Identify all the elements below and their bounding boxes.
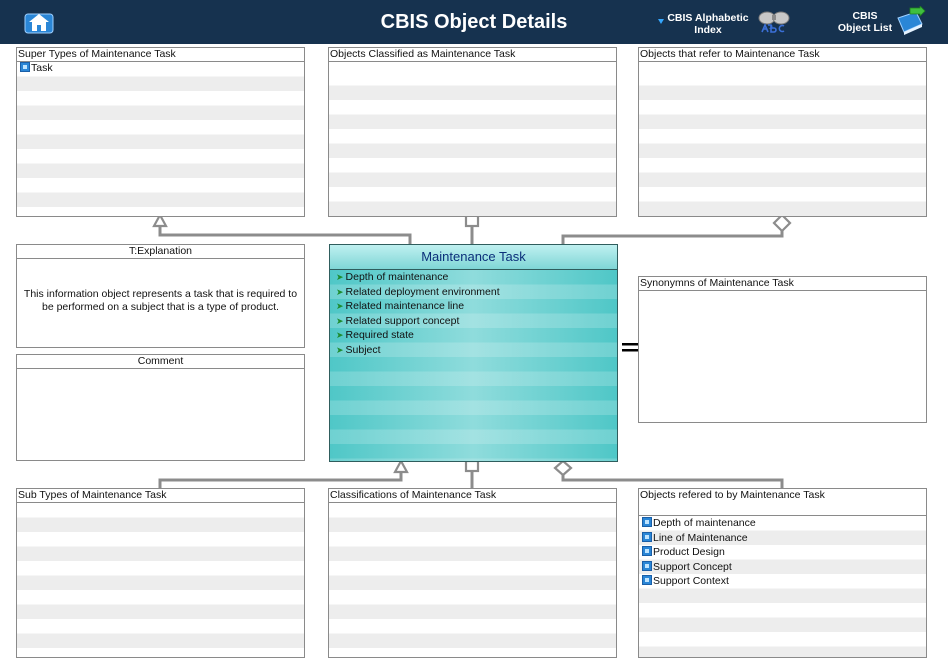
super-types-list: Task	[17, 61, 304, 76]
attribute-label: Related maintenance line	[345, 300, 465, 312]
object-type-icon	[642, 575, 652, 585]
list-item[interactable]: Product Design	[639, 545, 926, 560]
attribute-label: Required state	[345, 329, 414, 341]
object-type-icon	[642, 517, 652, 527]
super-types-panel: Super Types of Maintenance Task Task	[16, 47, 305, 217]
object-type-icon	[20, 62, 30, 72]
classifications-panel: Classifications of Maintenance Task	[328, 488, 617, 658]
attribute-item[interactable]: ➤ Related maintenance line	[334, 299, 617, 314]
comment-panel: Comment	[16, 354, 305, 461]
panel-title: Objects refered to by Maintenance Task	[639, 489, 926, 516]
object-type-icon	[642, 546, 652, 556]
object-type-icon	[642, 560, 652, 571]
attribute-bullet-icon: ➤	[336, 286, 344, 297]
panel-title: Objects that refer to Maintenance Task	[639, 48, 926, 62]
classified-as-panel: Objects Classified as Maintenance Task	[328, 47, 617, 217]
attribute-label: Depth of maintenance	[345, 271, 449, 283]
inheritance-arrow-icon	[393, 458, 409, 474]
attribute-item[interactable]: ➤ Related support concept	[334, 314, 617, 329]
panel-rows	[639, 71, 926, 216]
explanation-text: This information object represents a tas…	[23, 288, 298, 313]
panel-title: Objects Classified as Maintenance Task	[329, 48, 616, 62]
referred-by-list: Depth of maintenance Line of Maintenance…	[639, 516, 926, 589]
list-item[interactable]: Depth of maintenance	[639, 516, 926, 531]
list-item-label: Task	[31, 62, 53, 74]
subtype-connector	[158, 472, 403, 488]
attribute-list: ➤ Depth of maintenance ➤ Related deploymen…	[334, 270, 617, 357]
panel-rows	[17, 503, 304, 657]
attribute-item[interactable]: ➤ Required state	[334, 328, 617, 343]
list-item-label: Depth of maintenance	[653, 517, 756, 529]
object-type-icon	[642, 531, 652, 542]
aggregation-diamond-icon	[553, 459, 573, 477]
list-item-label: Line of Maintenance	[653, 531, 748, 544]
list-item-label: Product Design	[653, 546, 725, 558]
panel-title: Comment	[17, 355, 304, 369]
synonyms-panel: Synonymns of Maintenance Task	[638, 276, 927, 423]
list-item-label: Support Concept	[653, 560, 732, 573]
refer-to-panel: Objects that refer to Maintenance Task	[638, 47, 927, 217]
attribute-item[interactable]: ➤ Subject	[334, 343, 617, 358]
panel-rows	[329, 71, 616, 216]
list-item[interactable]: Support Context	[639, 574, 926, 589]
panel-rows	[17, 62, 304, 216]
explanation-panel: T:Explanation This information object re…	[16, 244, 305, 348]
sub-types-panel: Sub Types of Maintenance Task	[16, 488, 305, 658]
aggregation-diamond-icon	[772, 213, 792, 233]
referred-by-connector	[561, 475, 784, 488]
attribute-label: Related support concept	[345, 314, 460, 327]
panel-rows	[329, 503, 616, 657]
list-item[interactable]: Task	[17, 61, 304, 76]
main-object-box: Maintenance Task ➤ Depth of maintenance ➤…	[329, 244, 618, 462]
referred-by-panel: Objects refered to by Maintenance Task D…	[638, 488, 927, 658]
list-item-label: Support Context	[653, 575, 729, 587]
attribute-bullet-icon: ➤	[336, 330, 344, 340]
attribute-bullet-icon: ➤	[336, 301, 344, 311]
panel-title: Sub Types of Maintenance Task	[17, 489, 304, 503]
attribute-item[interactable]: ➤ Depth of maintenance	[334, 270, 617, 285]
panel-title: Classifications of Maintenance Task	[329, 489, 616, 503]
attribute-bullet-icon: ➤	[336, 344, 344, 355]
attribute-bullet-icon: ➤	[336, 272, 344, 282]
attribute-item[interactable]: ➤ Related deployment environment	[334, 285, 617, 300]
attribute-label: Related deployment environment	[345, 285, 500, 298]
supertype-connector	[158, 225, 412, 244]
refer-to-connector	[561, 231, 784, 244]
list-item[interactable]: Line of Maintenance	[639, 531, 926, 546]
list-item[interactable]: Support Concept	[639, 560, 926, 575]
panel-title: Synonymns of Maintenance Task	[639, 277, 926, 291]
main-object-title: Maintenance Task	[330, 245, 617, 270]
panel-title: T:Explanation	[17, 245, 304, 259]
attribute-bullet-icon: ➤	[336, 315, 344, 326]
panel-title: Super Types of Maintenance Task	[17, 48, 304, 62]
attribute-label: Subject	[345, 343, 381, 356]
classification-square-icon	[464, 459, 480, 473]
